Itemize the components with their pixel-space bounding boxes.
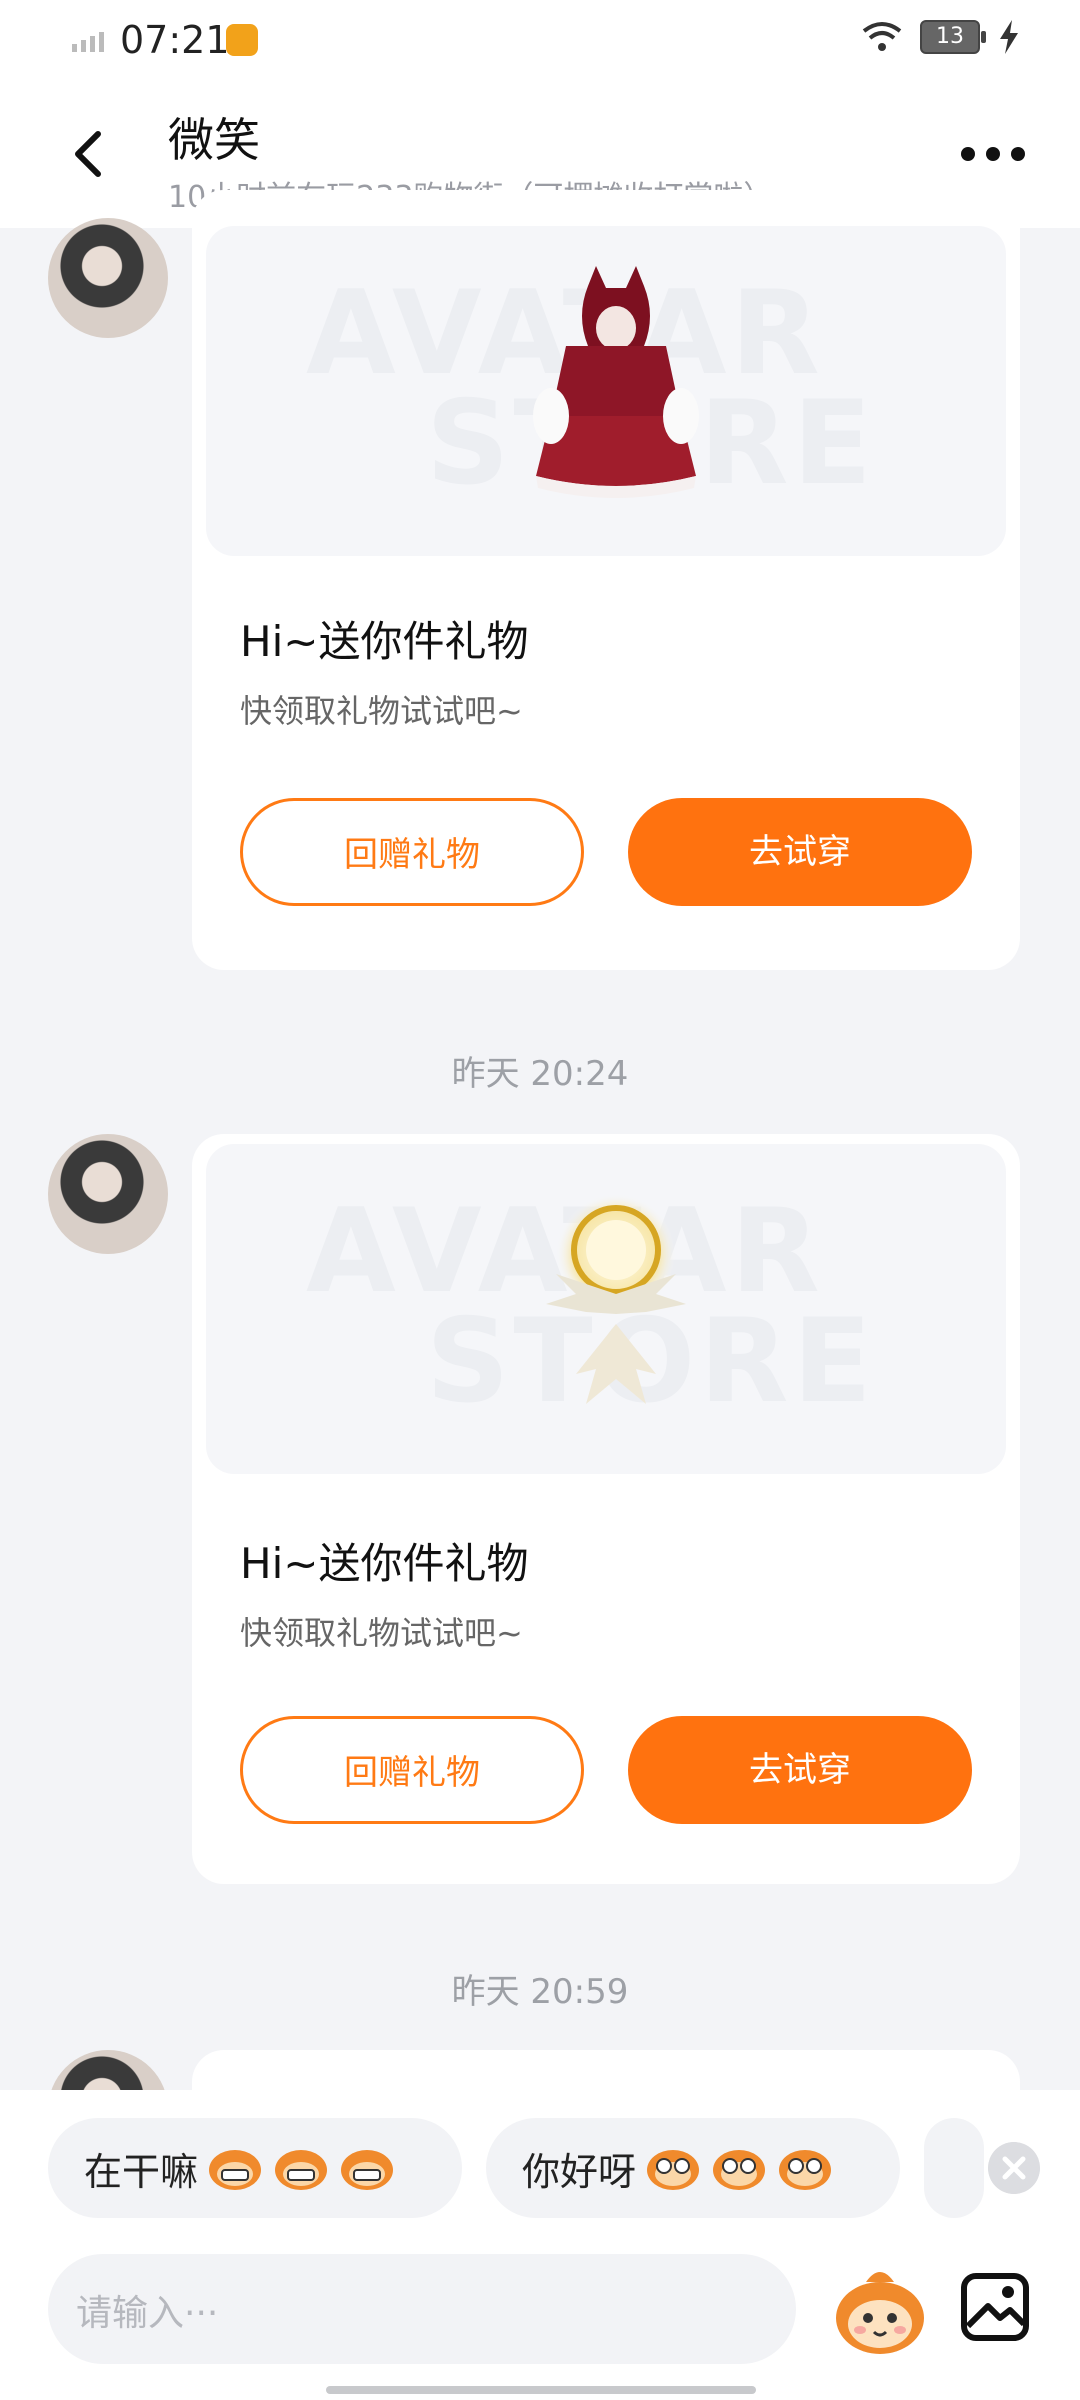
quick-reply-chip[interactable]: 你好呀 xyxy=(486,2118,900,2218)
grinning-monkey-icon xyxy=(341,2150,394,2190)
avatar[interactable] xyxy=(48,218,168,338)
gift-title: Hi~送你件礼物 xyxy=(240,1539,529,1588)
gift-image[interactable]: AVATAR STORE xyxy=(206,226,1006,556)
status-time: 07:21 xyxy=(120,18,230,62)
input-placeholder: 请输入··· xyxy=(76,2293,219,2334)
gift-subtitle: 快领取礼物试试吧~ xyxy=(240,692,523,730)
message-input[interactable]: 请输入··· xyxy=(48,2254,796,2364)
charging-icon xyxy=(1000,20,1018,54)
mascot-emoji-icon[interactable] xyxy=(830,2260,930,2360)
quick-reply-chip[interactable]: 在干嘛 xyxy=(48,2118,462,2218)
red-hood-dress-icon xyxy=(533,266,699,498)
try-on-button[interactable]: 去试穿 xyxy=(628,798,972,906)
close-icon[interactable] xyxy=(988,2142,1040,2194)
return-gift-button[interactable]: 回赠礼物 xyxy=(240,798,584,906)
gift-image[interactable]: AVATAR STORE xyxy=(206,1144,1006,1474)
app-notification-icon xyxy=(226,24,258,56)
wide-eyed-monkey-icon xyxy=(779,2150,832,2190)
avatar[interactable] xyxy=(48,1134,168,1254)
golden-halo-wings-icon xyxy=(546,1194,686,1404)
quick-reply-chip[interactable] xyxy=(924,2118,984,2218)
message-timestamp: 昨天 20:24 xyxy=(451,1054,629,1094)
gift-title: Hi~送你件礼物 xyxy=(240,617,529,666)
gift-card: AVATAR STORE Hi~送你件礼物 快领取礼物试试吧~ 回赠礼物 去试穿 xyxy=(192,1134,1020,1884)
try-on-button[interactable]: 去试穿 xyxy=(628,1716,972,1824)
wifi-icon xyxy=(862,22,902,51)
quick-reply-text: 在干嘛 xyxy=(84,2149,199,2194)
home-indicator[interactable] xyxy=(326,2386,756,2394)
quick-reply-text: 你好呀 xyxy=(522,2149,637,2194)
grinning-monkey-icon xyxy=(275,2150,328,2190)
wide-eyed-monkey-icon xyxy=(647,2150,700,2190)
status-bar: 07:21 13 xyxy=(0,0,1080,80)
battery-icon: 13 xyxy=(920,20,986,54)
input-panel: 在干嘛 你好呀 请输入··· xyxy=(0,2090,1080,2400)
gift-subtitle: 快领取礼物试试吧~ xyxy=(240,1614,523,1652)
wide-eyed-monkey-icon xyxy=(713,2150,766,2190)
contact-name: 微笑 xyxy=(168,113,260,167)
back-arrow-icon[interactable] xyxy=(60,124,120,184)
more-options-icon[interactable] xyxy=(958,144,1028,164)
image-gallery-icon[interactable] xyxy=(960,2272,1030,2342)
signal-icon xyxy=(72,32,104,52)
message-timestamp: 昨天 20:59 xyxy=(451,1972,629,2012)
grinning-monkey-icon xyxy=(209,2150,262,2190)
return-gift-button[interactable]: 回赠礼物 xyxy=(240,1716,584,1824)
gift-card: AVATAR STORE Hi~送你件礼物 快领取礼物试试吧~ 回赠礼物 去试穿 xyxy=(192,190,1020,970)
